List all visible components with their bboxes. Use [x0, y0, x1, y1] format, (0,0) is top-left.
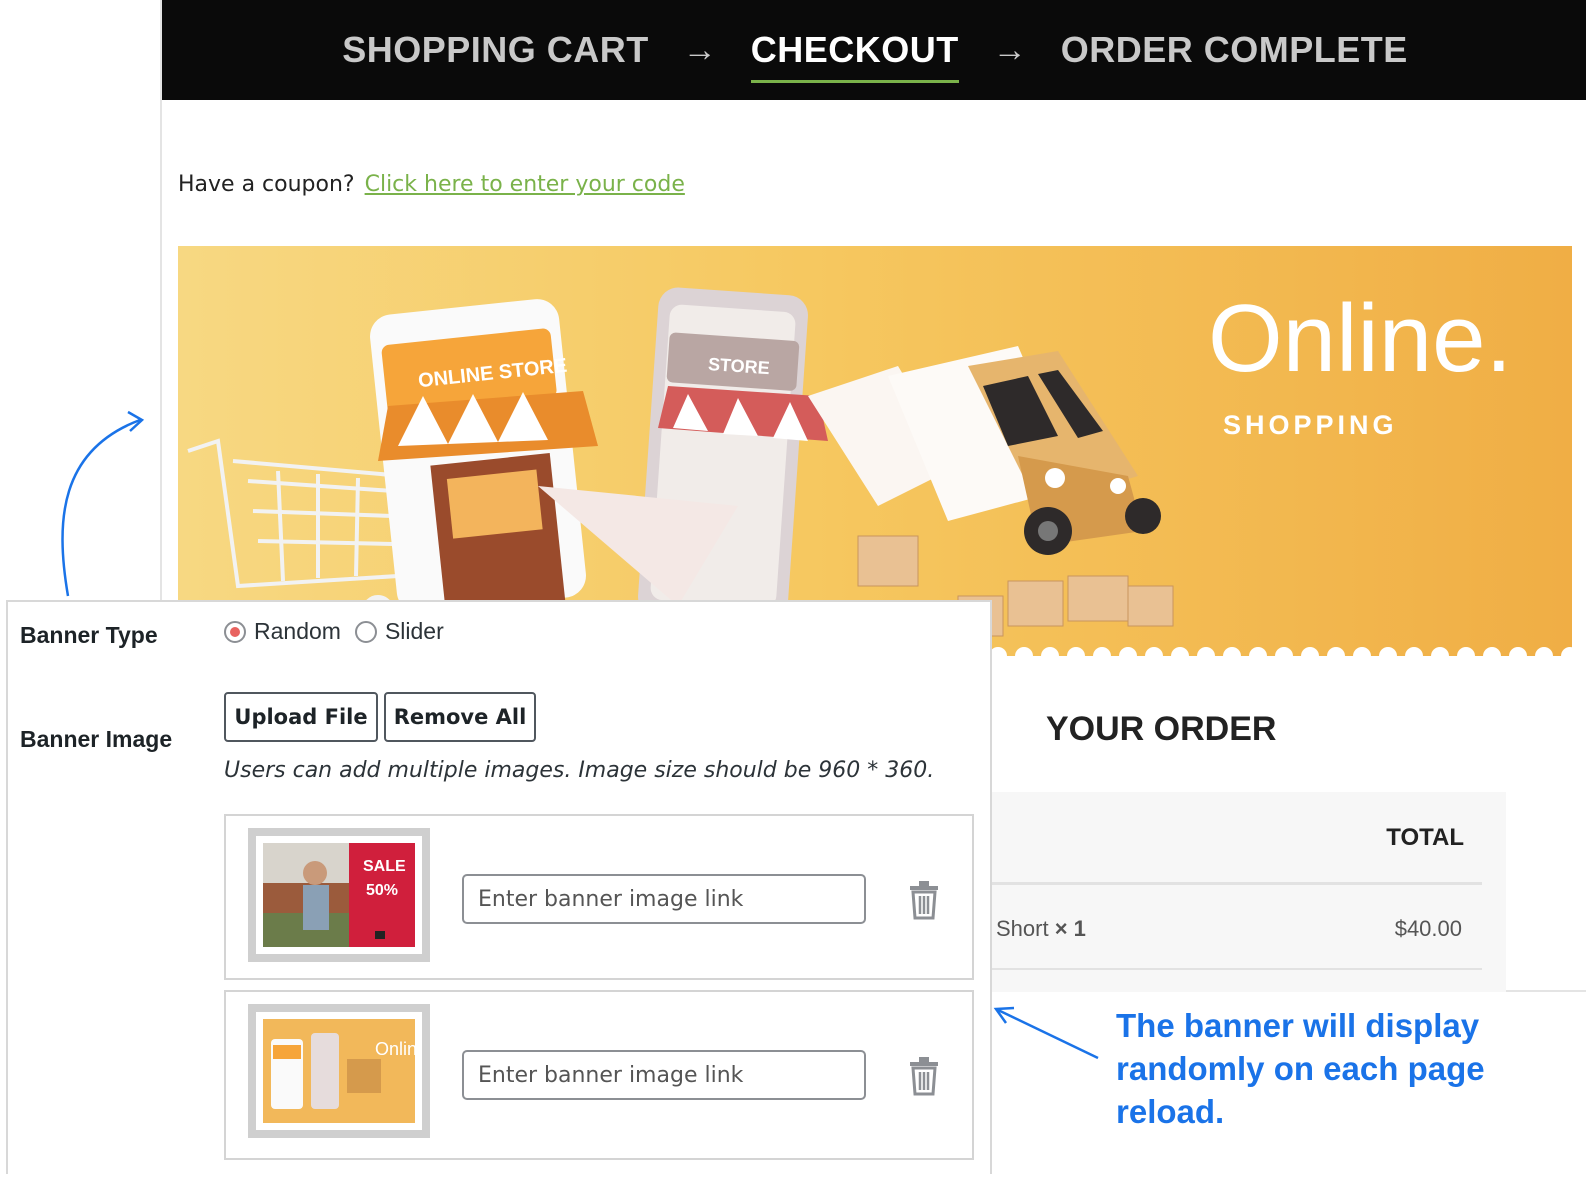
checkout-steps: SHOPPING CART → CHECKOUT → ORDER COMPLET…: [162, 0, 1586, 100]
upload-file-button[interactable]: Upload File: [224, 692, 378, 742]
banner-image-hint: Users can add multiple images. Image siz…: [224, 758, 935, 783]
radio-random[interactable]: [224, 620, 246, 643]
truck-illustration: [888, 346, 1161, 555]
radio-random-label[interactable]: Random: [254, 618, 341, 645]
step-arrow-icon: →: [682, 30, 717, 69]
trash-icon[interactable]: [906, 1054, 942, 1096]
step-checkout[interactable]: CHECKOUT: [750, 29, 959, 83]
banner-image-label: Banner Image: [20, 726, 173, 752]
coupon-prompt: Have a coupon?: [178, 172, 355, 197]
promo-banner: ONLINE STORE STORE Online. SHOPPING: [178, 246, 1572, 656]
annotation-arrow-icon: [993, 1006, 1099, 1060]
radio-slider-label[interactable]: Slider: [385, 618, 444, 645]
banner-thumbnail: SALE 50%: [248, 828, 430, 962]
coupon-link[interactable]: Click here to enter your code: [365, 172, 685, 197]
banner-type-label: Banner Type: [20, 622, 158, 648]
banner-illustration: ONLINE STORE STORE Online. SHOPPING: [187, 285, 1572, 656]
step-order-complete[interactable]: ORDER COMPLETE: [1061, 29, 1408, 71]
coupon-notice: Have a coupon? Click here to enter your c…: [178, 172, 685, 197]
divider: [988, 968, 1482, 970]
store-phone-illustration: ONLINE STORE: [370, 299, 598, 615]
svg-text:SALE: SALE: [363, 858, 406, 875]
sale-thumbnail-image: SALE 50%: [263, 843, 415, 947]
banner-settings-panel: Banner Type Random Slider Banner Image U…: [6, 600, 992, 1174]
order-item-qty: × 1: [1054, 916, 1086, 941]
banner-thumbnail: Online.: [248, 1004, 430, 1138]
svg-text:50%: 50%: [366, 882, 398, 899]
svg-text:SHOPPING: SHOPPING: [1223, 410, 1398, 440]
banner-image-row: SALE 50%: [224, 814, 974, 980]
order-table: TOTAL Short × 1 $40.00: [988, 792, 1506, 992]
curved-arrow-icon: [61, 410, 145, 597]
order-item-name: Short: [996, 916, 1049, 941]
svg-text:Online.: Online.: [375, 1039, 415, 1059]
banner-type-radio-group: Random Slider: [224, 618, 444, 645]
svg-text:Online.: Online.: [1208, 285, 1512, 392]
step-arrow-icon: →: [992, 30, 1027, 69]
radio-slider[interactable]: [354, 620, 377, 643]
your-order-title: YOUR ORDER: [1046, 710, 1277, 748]
online-thumbnail-image: Online.: [263, 1019, 415, 1123]
order-item: Short × 1: [996, 916, 1086, 942]
banner-link-input[interactable]: [462, 1050, 866, 1100]
step-shopping-cart[interactable]: SHOPPING CART: [342, 29, 649, 71]
order-item-price: $40.00: [1394, 916, 1462, 941]
annotation-note: The banner will display randomly on each…: [1116, 1007, 1485, 1130]
trash-icon[interactable]: [906, 878, 942, 920]
remove-all-button[interactable]: Remove All: [384, 692, 536, 742]
divider: [988, 882, 1482, 885]
total-column-header: TOTAL: [1386, 824, 1464, 851]
banner-link-input[interactable]: [462, 874, 866, 924]
banner-image-row: Online.: [224, 990, 974, 1160]
